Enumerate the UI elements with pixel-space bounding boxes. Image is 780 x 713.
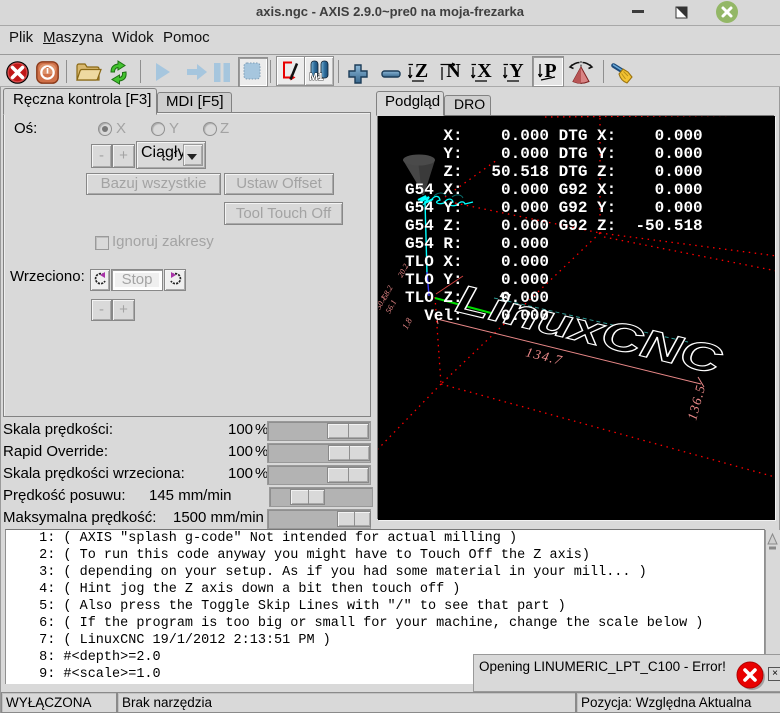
svg-text:134.7: 134.7 — [524, 344, 564, 368]
svg-text:136.5: 136.5 — [684, 383, 708, 422]
svg-text:M1: M1 — [309, 71, 324, 82]
